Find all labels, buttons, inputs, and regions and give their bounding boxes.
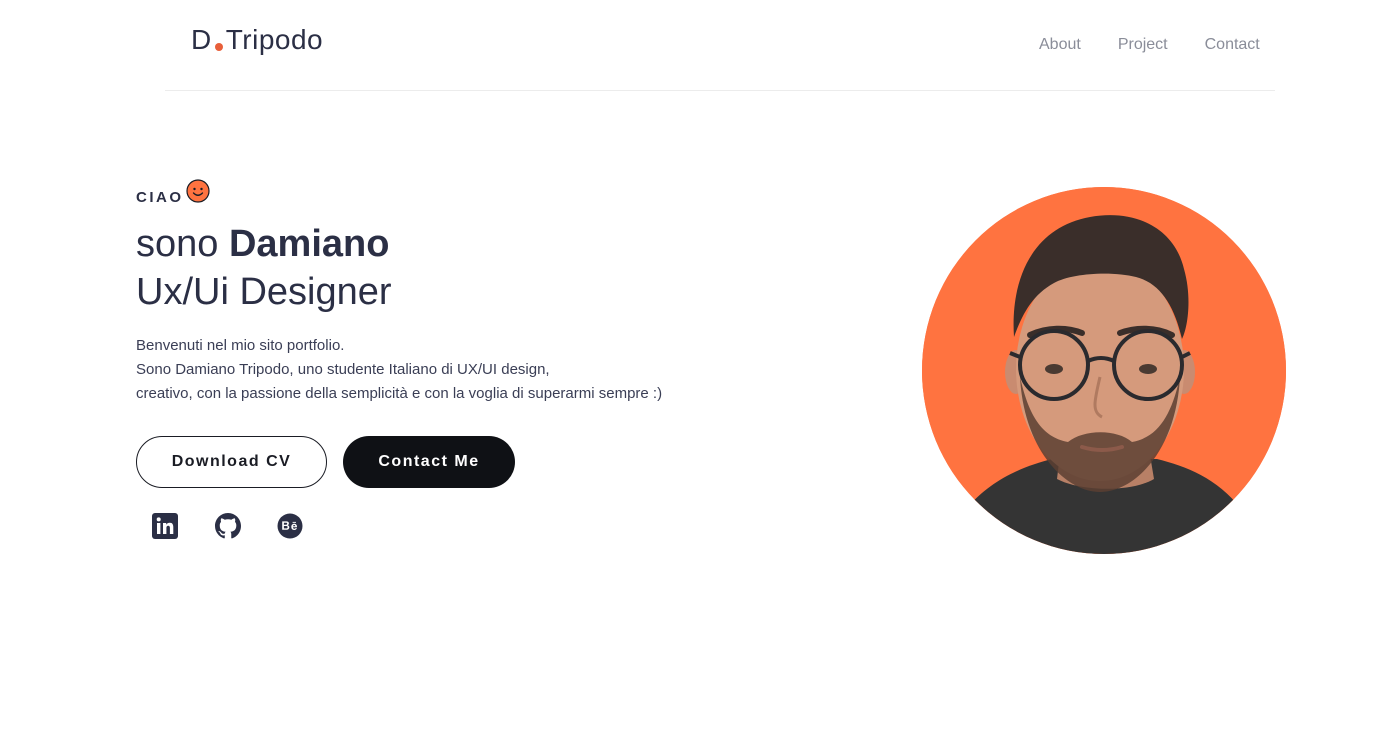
nav-menu: About Project Contact [1039, 36, 1260, 54]
site-logo[interactable]: D Tripodo [191, 24, 323, 56]
social-links [152, 513, 856, 539]
hero-section: CIAO sono Damiano Ux/Ui Designer Benvenu… [136, 178, 856, 539]
navbar: D Tripodo About Project Contact [0, 0, 1389, 91]
greeting: CIAO [136, 178, 856, 208]
intro-line: Benvenuti nel mio sito portfolio. [136, 337, 345, 354]
logo-surname: Tripodo [225, 24, 324, 55]
nav-link-project[interactable]: Project [1118, 36, 1168, 54]
hero-subtitle: Ux/Ui Designer [136, 271, 392, 313]
greeting-text: CIAO [136, 189, 184, 206]
nav-divider [165, 90, 1275, 91]
hero-headline: sono Damiano [136, 220, 856, 268]
behance-icon[interactable] [277, 513, 303, 539]
contact-me-button[interactable]: Contact Me [343, 436, 515, 488]
nav-link-about[interactable]: About [1039, 36, 1081, 54]
headline-name: Damiano [228, 223, 390, 265]
intro-text: Benvenuti nel mio sito portfolio. Sono D… [136, 334, 856, 406]
intro-line: creativo, con la passione della semplici… [136, 385, 663, 402]
logo-initial: D [191, 24, 212, 55]
github-icon[interactable] [215, 513, 241, 539]
smiley-icon [185, 179, 210, 203]
nav-link-contact[interactable]: Contact [1205, 36, 1260, 54]
profile-photo [922, 187, 1286, 554]
linkedin-icon[interactable] [152, 513, 178, 539]
hero-buttons: Download CV Contact Me [136, 436, 856, 488]
headline-prefix: sono [136, 223, 229, 265]
intro-line: Sono Damiano Tripodo, uno studente Itali… [136, 361, 550, 378]
logo-dot-icon [214, 43, 223, 51]
download-cv-button[interactable]: Download CV [136, 436, 327, 488]
